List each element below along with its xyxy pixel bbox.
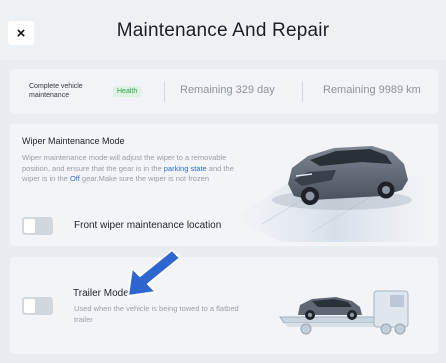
trailer-mode-toggle[interactable] xyxy=(22,297,53,315)
suv-car-icon xyxy=(242,146,438,242)
pointer-arrow-icon xyxy=(127,249,181,297)
wiper-mode-title: Wiper Maintenance Mode xyxy=(22,136,125,146)
divider xyxy=(302,81,303,102)
wiper-location-toggle[interactable] xyxy=(22,217,53,235)
trailer-mode-card: Trailer Mode Used when the vehicle is be… xyxy=(10,257,438,354)
toggle-knob xyxy=(24,299,35,313)
remaining-km: Remaining 9989 km xyxy=(323,84,421,96)
parking-state-link: parking state xyxy=(163,163,207,173)
status-label-line1: Complete vehicle xyxy=(29,83,83,90)
trailer-mode-description: Used when the vehicle is being towed to … xyxy=(74,304,239,324)
health-badge: Health xyxy=(113,86,142,97)
wiper-location-label: Front wiper maintenance location xyxy=(74,220,222,231)
wiper-mode-description: Wiper maintenance mode will adjust the w… xyxy=(22,153,244,185)
maintenance-status-card: Complete vehicle maintenance Health Rema… xyxy=(10,69,438,114)
page-title: Maintenance And Repair xyxy=(116,20,330,41)
desc-text: gear.Make sure the wiper is not frozen xyxy=(79,174,210,183)
header: × Maintenance And Repair xyxy=(0,0,446,60)
toggle-knob xyxy=(24,219,35,233)
status-label: Complete vehicle maintenance xyxy=(29,82,99,100)
divider xyxy=(164,81,165,102)
remaining-days: Remaining 329 day xyxy=(180,84,275,96)
flatbed-truck-icon xyxy=(279,290,409,335)
off-gear-link: Off xyxy=(69,174,80,183)
wiper-maintenance-card: Wiper Maintenance Mode Wiper maintenance… xyxy=(10,124,438,246)
status-label-line2: maintenance xyxy=(29,92,70,99)
